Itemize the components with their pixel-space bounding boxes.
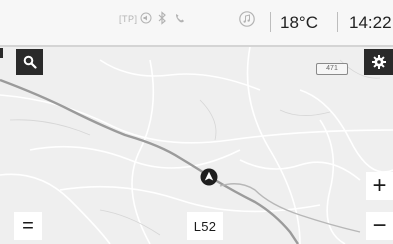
speaker-icon [140,12,152,24]
menu-button[interactable]: = [14,212,42,240]
search-icon [23,55,37,69]
gear-icon [371,55,386,69]
phone-icon [175,14,184,23]
tp-label: TP [122,14,135,24]
temperature-readout: 18°C [280,13,318,32]
zoom-out-button[interactable]: − [366,212,393,240]
search-button[interactable] [16,49,43,75]
bluetooth-icon [158,11,166,25]
clock: 14:22 [349,13,392,32]
status-divider [270,12,271,32]
status-bar: [TP] 18°C 14:22 [0,0,393,47]
zoom-in-button[interactable]: + [366,172,393,200]
navigation-screen: [TP] 18°C 14:22 471 + − = L52 [0,0,393,244]
current-road-label: L52 [187,212,223,240]
road-number-badge: 471 [316,63,348,75]
music-icon[interactable] [239,11,255,27]
traffic-program-icon: [TP] [119,14,138,24]
status-divider [337,12,338,32]
current-position-marker [200,168,218,186]
settings-button[interactable] [364,49,393,75]
